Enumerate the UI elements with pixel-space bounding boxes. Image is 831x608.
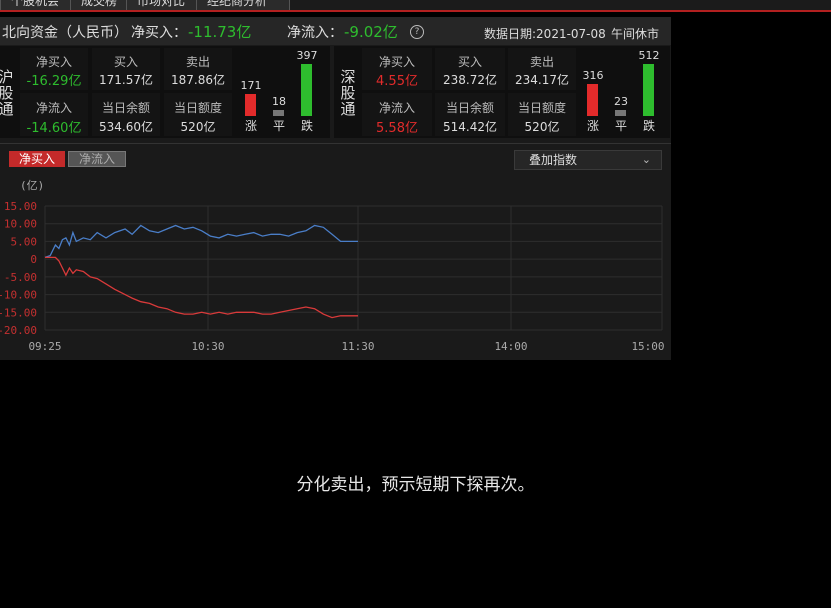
sh-balance-label: 当日余额: [101, 101, 150, 115]
x-axis-ticks: 09:25 10:30 11:30 14:00 15:00: [28, 340, 664, 353]
sh-down-bar: [301, 64, 312, 116]
x-tick-label: 10:30: [191, 340, 224, 353]
x-tick-label: 15:00: [631, 340, 664, 353]
y-tick-label: 10.00: [4, 218, 37, 231]
x-tick-label: 11:30: [341, 340, 374, 353]
help-icon[interactable]: ?: [410, 25, 424, 39]
sz-balance-value: 514.42亿: [443, 120, 497, 134]
y-axis-unit: (亿): [20, 179, 44, 192]
top-tab-bar: 个股机会 成交榜 市场对比 经纪商分析: [0, 0, 831, 12]
sz-balance-label: 当日余额: [445, 101, 494, 115]
sz-net-buy-value: 4.55亿: [376, 74, 418, 89]
y-tick-label: 5.00: [11, 235, 38, 248]
sh-up-bar: [245, 94, 256, 116]
tab-net-inflow[interactable]: 净流入: [68, 151, 126, 167]
sh-flat-count: 18: [272, 95, 286, 108]
caption-text: 分化卖出，预示短期下探再次。: [296, 475, 535, 495]
sz-up-label: 涨: [586, 119, 599, 133]
y-tick-label: 15.00: [4, 200, 37, 213]
sh-quota-label: 当日额度: [173, 101, 222, 115]
tab-stock-opportunity[interactable]: 个股机会: [0, 0, 78, 10]
sz-up-count: 316: [582, 69, 604, 82]
y-tick-label: -20.00: [0, 324, 37, 337]
sh-balance-value: 534.60亿: [99, 120, 153, 134]
divider: [0, 143, 671, 144]
shanghai-connect-label: 沪股通: [0, 68, 14, 118]
sh-net-inflow-value: -14.60亿: [26, 121, 82, 136]
sh-flat-label: 平: [272, 119, 285, 133]
y-axis-ticks: 15.00 10.00 5.00 0 -5.00 -10.00 -15.00 -20.00: [0, 200, 37, 337]
net-buy-label: 净买入：: [131, 25, 187, 41]
sh-net-inflow-label: 净流入: [35, 101, 72, 115]
sh-sell-value: 187.86亿: [171, 73, 225, 87]
y-tick-label: -15.00: [0, 306, 37, 319]
sh-quota-value: 520亿: [180, 120, 216, 134]
series-line-red: [45, 256, 358, 319]
tab-net-buy[interactable]: 净买入: [9, 151, 65, 167]
sz-up-bar: [587, 84, 598, 116]
sz-quota-label: 当日额度: [517, 101, 566, 115]
sz-flat-label: 平: [614, 119, 627, 133]
data-date: 数据日期:2021-07-08: [484, 27, 606, 41]
sh-net-buy-label: 净买入: [35, 55, 72, 69]
sz-down-bar: [643, 64, 654, 116]
sz-net-inflow-value: 5.58亿: [376, 121, 418, 136]
sz-net-buy-label: 净买入: [378, 55, 415, 69]
sh-flat-bar: [273, 110, 284, 116]
sz-buy-label: 买入: [457, 55, 482, 69]
sh-up-count: 171: [240, 79, 262, 92]
shenzhen-connect-label: 深股通: [340, 68, 356, 118]
chart-series: [44, 224, 358, 319]
y-tick-label: -10.00: [0, 289, 37, 302]
x-tick-label: 09:25: [28, 340, 61, 353]
sz-net-inflow-label: 净流入: [378, 101, 415, 115]
sh-up-label: 涨: [244, 119, 257, 133]
y-tick-label: -5.00: [4, 271, 37, 284]
tab-market-compare[interactable]: 市场对比: [126, 0, 204, 10]
net-buy-total: -11.73亿: [188, 23, 252, 41]
sh-down-label: 跌: [300, 119, 313, 133]
chevron-down-icon: ⌄: [641, 153, 651, 166]
page-title: 北向资金（人民币）: [2, 25, 128, 41]
sz-down-label: 跌: [642, 119, 655, 133]
sz-down-count: 512: [638, 49, 660, 62]
sz-buy-value: 238.72亿: [443, 73, 497, 87]
overlay-index-dropdown[interactable]: 叠加指数 ⌄: [514, 150, 662, 170]
sh-buy-value: 171.57亿: [99, 73, 153, 87]
sz-sell-label: 卖出: [529, 55, 554, 69]
x-tick-label: 14:00: [494, 340, 527, 353]
sz-quota-value: 520亿: [524, 120, 560, 134]
overlay-index-label: 叠加指数: [529, 153, 578, 167]
net-inflow-total: -9.02亿: [344, 23, 398, 41]
y-tick-label: 0: [30, 253, 37, 266]
sh-buy-label: 买入: [113, 55, 138, 69]
tab-broker-analysis[interactable]: 经纪商分析: [196, 0, 290, 10]
sz-flat-bar: [615, 110, 626, 116]
sh-sell-label: 卖出: [185, 55, 210, 69]
net-inflow-label: 净流入：: [287, 25, 343, 41]
sh-down-count: 397: [296, 49, 318, 62]
sz-sell-value: 234.17亿: [515, 73, 569, 87]
sh-net-buy-value: -16.29亿: [26, 74, 82, 89]
tab-turnover-rank[interactable]: 成交榜: [70, 0, 134, 10]
market-status: 午间休市: [611, 27, 660, 41]
chart-grid: [44, 205, 663, 331]
sz-flat-count: 23: [614, 95, 628, 108]
net-buy-chart: (亿) 15.00 10.00 5.00 0 -5.00 -10.00 -15.00 -20.…: [0, 179, 665, 353]
